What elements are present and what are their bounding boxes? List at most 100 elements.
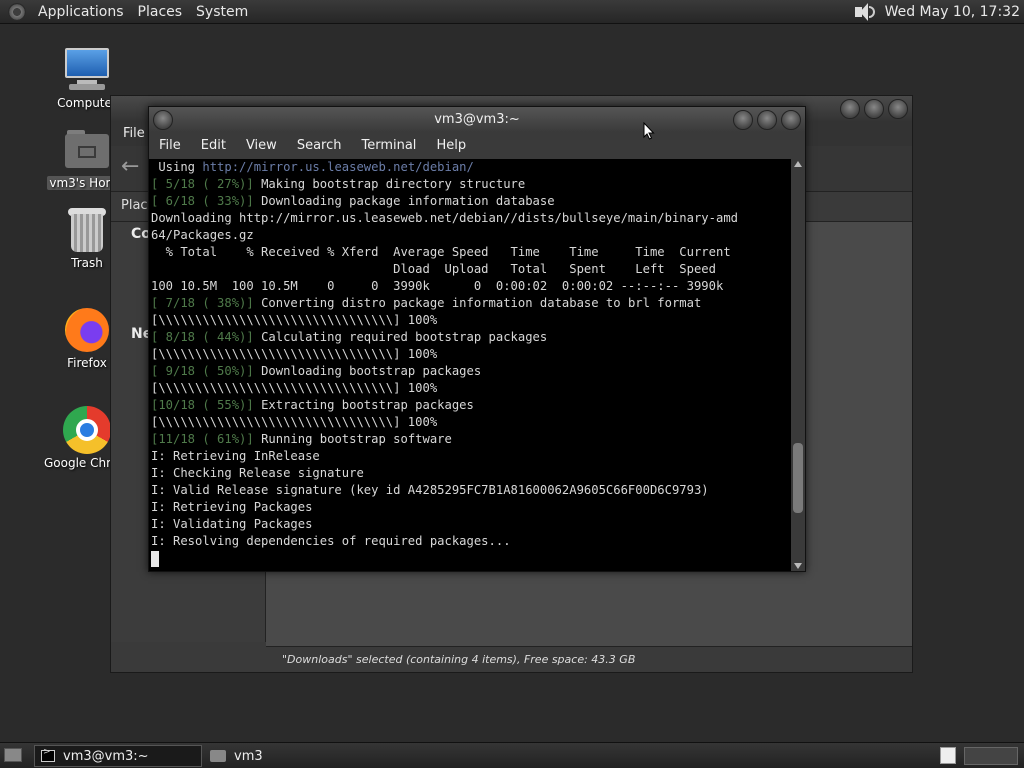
terminal-line-text: Downloading http://mirror.us.leaseweb.ne… bbox=[151, 211, 738, 225]
terminal-step-counter: [ 6/18 ( 33%)] bbox=[151, 194, 254, 208]
window-menu-button[interactable] bbox=[153, 110, 173, 130]
back-arrow-icon[interactable]: ← bbox=[121, 154, 139, 179]
distro-logo-icon[interactable] bbox=[8, 2, 26, 21]
terminal-line-text: I: Retrieving Packages bbox=[151, 500, 313, 514]
taskbar-item-label: vm3@vm3:~ bbox=[63, 748, 149, 764]
clock[interactable]: Wed May 10, 17:32 bbox=[885, 4, 1020, 20]
terminal-line: % Total % Received % Xferd Average Speed… bbox=[151, 244, 791, 261]
terminal-step-counter: [11/18 ( 61%)] bbox=[151, 432, 254, 446]
terminal-line-text: Downloading bootstrap packages bbox=[253, 364, 482, 378]
top-panel: Applications Places System Wed May 10, 1… bbox=[0, 0, 1024, 24]
maximize-button[interactable] bbox=[864, 99, 884, 119]
terminal-line-text: [\\\\\\\\\\\\\\\\\\\\\\\\\\\\\\\\] 100% bbox=[151, 381, 438, 395]
scroll-down-arrow-icon[interactable] bbox=[794, 563, 802, 569]
terminal-line-text: % Total % Received % Xferd Average Speed… bbox=[151, 245, 731, 259]
terminal-line: [11/18 ( 61%)] Running bootstrap softwar… bbox=[151, 431, 791, 448]
terminal-line: [ 5/18 ( 27%)] Making bootstrap director… bbox=[151, 176, 791, 193]
terminal-line-text: 100 10.5M 100 10.5M 0 0 3990k 0 0:00:02 … bbox=[151, 279, 724, 293]
terminal-line: [\\\\\\\\\\\\\\\\\\\\\\\\\\\\\\\\] 100% bbox=[151, 346, 791, 363]
taskbar-item-label: vm3 bbox=[234, 748, 263, 764]
terminal-line: I: Resolving dependencies of required pa… bbox=[151, 533, 791, 550]
terminal-line-text: I: Validating Packages bbox=[151, 517, 313, 531]
show-desktop-icon[interactable] bbox=[4, 748, 22, 762]
terminal-step-counter: [ 7/18 ( 38%)] bbox=[151, 296, 254, 310]
terminal-line-text: Using bbox=[151, 160, 203, 174]
close-button[interactable] bbox=[781, 110, 801, 130]
minimize-button[interactable] bbox=[840, 99, 860, 119]
terminal-menu-file[interactable]: File bbox=[159, 138, 181, 153]
terminal-line-text: Extracting bootstrap packages bbox=[253, 398, 474, 412]
terminal-line-text: Dload Upload Total Spent Left Speed bbox=[151, 262, 716, 276]
taskbar-item-file-manager[interactable]: vm3 bbox=[204, 745, 372, 767]
file-manager-statusbar: "Downloads" selected (containing 4 items… bbox=[266, 646, 912, 672]
terminal-line-text: Running bootstrap software bbox=[253, 432, 452, 446]
terminal-menu-edit[interactable]: Edit bbox=[201, 138, 226, 153]
terminal-step-counter: [ 5/18 ( 27%)] bbox=[151, 177, 254, 191]
scrollbar-thumb[interactable] bbox=[793, 442, 803, 513]
menu-applications[interactable]: Applications bbox=[32, 4, 132, 20]
terminal-line-text: 64/Packages.gz bbox=[151, 228, 254, 242]
bottom-panel: vm3@vm3:~ vm3 bbox=[0, 742, 1024, 768]
terminal-line: I: Retrieving InRelease bbox=[151, 448, 791, 465]
volume-icon[interactable] bbox=[851, 1, 877, 23]
terminal-step-counter: [ 8/18 ( 44%)] bbox=[151, 330, 254, 344]
desktop-icon-label: Firefox bbox=[67, 356, 107, 370]
menu-places[interactable]: Places bbox=[132, 4, 191, 20]
terminal-step-counter: [ 9/18 ( 50%)] bbox=[151, 364, 254, 378]
terminal-line-text: I: Resolving dependencies of required pa… bbox=[151, 534, 511, 548]
terminal-line-text: [\\\\\\\\\\\\\\\\\\\\\\\\\\\\\\\\] 100% bbox=[151, 313, 438, 327]
terminal-menu-search[interactable]: Search bbox=[297, 138, 342, 153]
terminal-output[interactable]: Using http://mirror.us.leaseweb.net/debi… bbox=[149, 159, 791, 571]
chrome-icon bbox=[63, 406, 111, 454]
terminal-line: [\\\\\\\\\\\\\\\\\\\\\\\\\\\\\\\\] 100% bbox=[151, 414, 791, 431]
terminal-title: vm3@vm3:~ bbox=[434, 112, 520, 127]
maximize-button[interactable] bbox=[757, 110, 777, 130]
scroll-up-arrow-icon[interactable] bbox=[794, 161, 802, 167]
terminal-line-text: [\\\\\\\\\\\\\\\\\\\\\\\\\\\\\\\\] 100% bbox=[151, 415, 438, 429]
terminal-menu-help[interactable]: Help bbox=[436, 138, 466, 153]
terminal-line: [ 6/18 ( 33%)] Downloading package infor… bbox=[151, 193, 791, 210]
panel-tray: Wed May 10, 17:32 bbox=[851, 1, 1024, 23]
terminal-cursor bbox=[151, 551, 159, 567]
terminal-line-text: [\\\\\\\\\\\\\\\\\\\\\\\\\\\\\\\\] 100% bbox=[151, 347, 438, 361]
minimize-button[interactable] bbox=[733, 110, 753, 130]
terminal-menu-view[interactable]: View bbox=[246, 138, 277, 153]
terminal-line: [ 9/18 ( 50%)] Downloading bootstrap pac… bbox=[151, 363, 791, 380]
terminal-line: I: Valid Release signature (key id A4285… bbox=[151, 482, 791, 499]
fm-menu-file[interactable]: File bbox=[123, 126, 145, 141]
terminal-titlebar[interactable]: vm3@vm3:~ bbox=[149, 107, 805, 132]
terminal-line: I: Validating Packages bbox=[151, 516, 791, 533]
terminal-scrollbar[interactable] bbox=[791, 159, 805, 571]
terminal-line: 64/Packages.gz bbox=[151, 227, 791, 244]
terminal-line-text: Making bootstrap directory structure bbox=[253, 177, 526, 191]
computer-icon bbox=[63, 46, 111, 94]
taskbar-item-terminal[interactable]: vm3@vm3:~ bbox=[34, 745, 202, 767]
terminal-window[interactable]: vm3@vm3:~ File Edit View Search Terminal… bbox=[148, 106, 806, 572]
terminal-prompt-line bbox=[151, 550, 791, 567]
terminal-line-text: Downloading package information database bbox=[253, 194, 555, 208]
firefox-icon bbox=[63, 306, 111, 354]
terminal-line-text: I: Valid Release signature (key id A4285… bbox=[151, 483, 709, 497]
terminal-line-text: Calculating required bootstrap packages bbox=[253, 330, 548, 344]
trash-applet-icon[interactable] bbox=[940, 747, 956, 764]
terminal-line: Using http://mirror.us.leaseweb.net/debi… bbox=[151, 159, 791, 176]
terminal-icon bbox=[41, 747, 55, 762]
trash-icon bbox=[63, 206, 111, 254]
folder-icon bbox=[210, 750, 226, 762]
terminal-url: http://mirror.us.leaseweb.net/debian/ bbox=[202, 160, 474, 174]
terminal-line: I: Retrieving Packages bbox=[151, 499, 791, 516]
desktop-icon-label: Trash bbox=[71, 256, 103, 270]
terminal-step-counter: [10/18 ( 55%)] bbox=[151, 398, 254, 412]
home-folder-icon bbox=[63, 126, 111, 174]
terminal-line: [10/18 ( 55%)] Extracting bootstrap pack… bbox=[151, 397, 791, 414]
close-button[interactable] bbox=[888, 99, 908, 119]
menu-system[interactable]: System bbox=[190, 4, 256, 20]
terminal-line-text: I: Retrieving InRelease bbox=[151, 449, 320, 463]
terminal-line: I: Checking Release signature bbox=[151, 465, 791, 482]
terminal-menu-terminal[interactable]: Terminal bbox=[361, 138, 416, 153]
terminal-line-text: Converting distro package information da… bbox=[253, 296, 702, 310]
workspace-switcher[interactable] bbox=[964, 747, 1018, 765]
terminal-line: [\\\\\\\\\\\\\\\\\\\\\\\\\\\\\\\\] 100% bbox=[151, 380, 791, 397]
terminal-line: Dload Upload Total Spent Left Speed bbox=[151, 261, 791, 278]
terminal-menubar: File Edit View Search Terminal Help bbox=[149, 132, 805, 159]
